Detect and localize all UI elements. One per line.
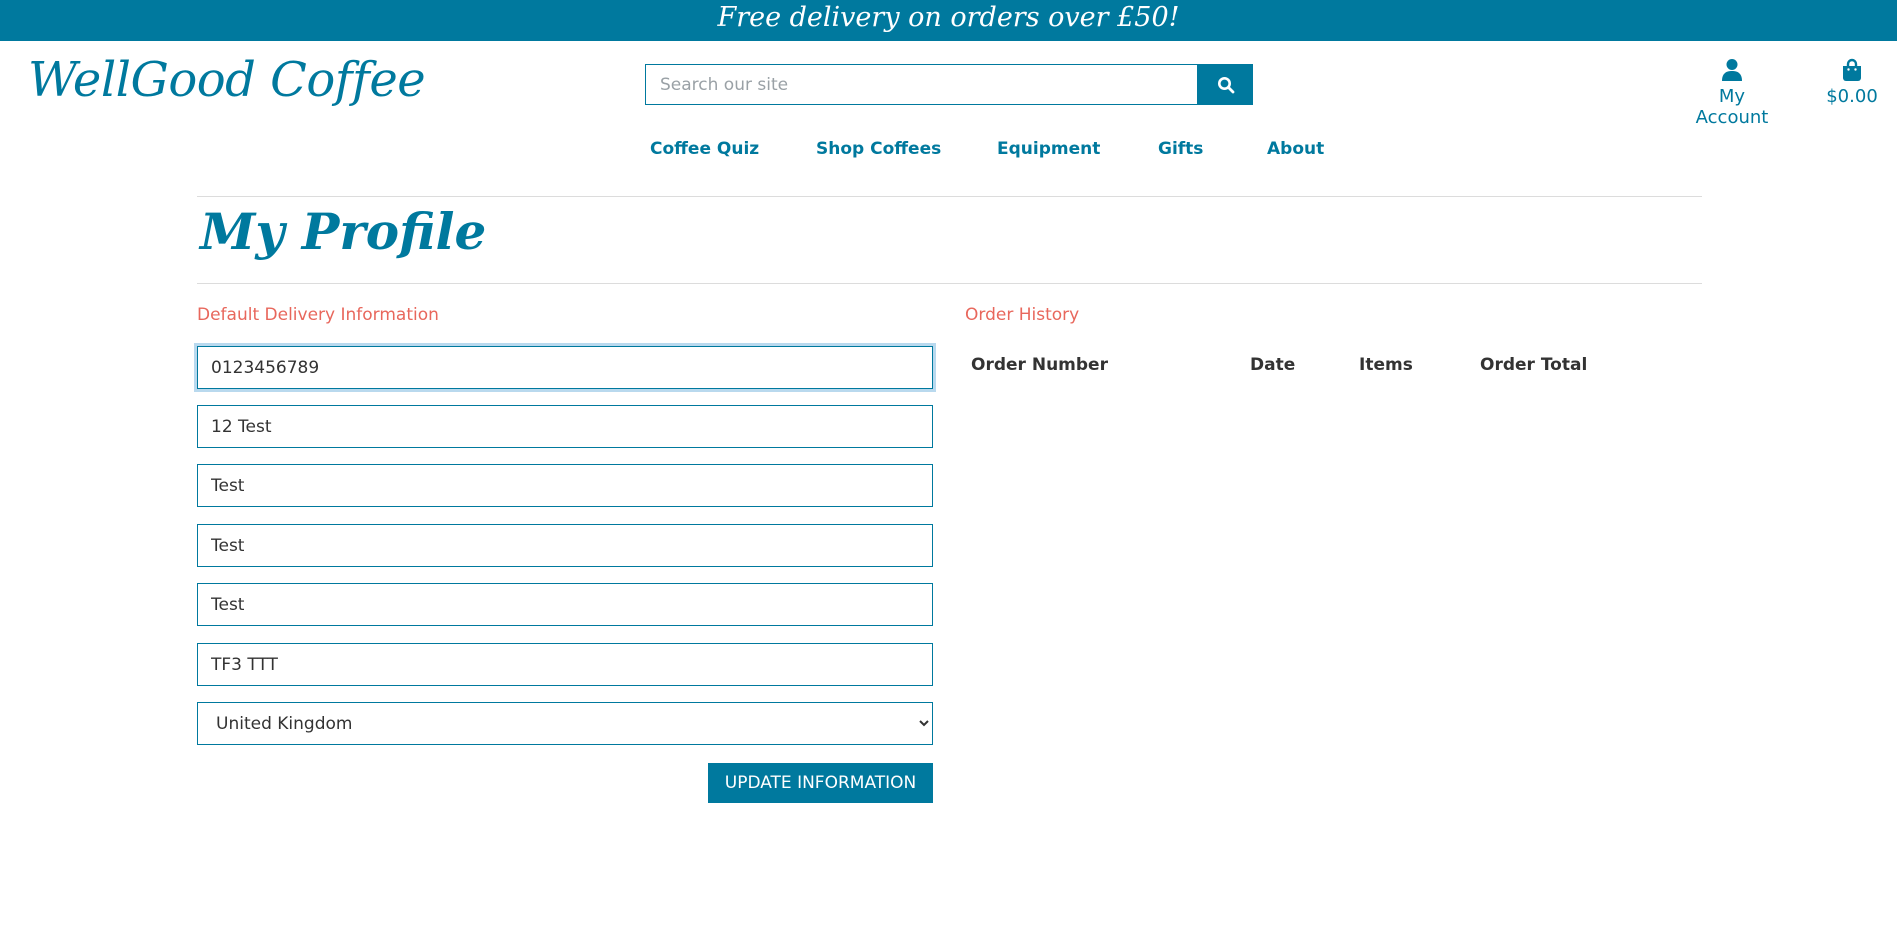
update-information-button[interactable]: UPDATE INFORMATION: [708, 763, 933, 803]
nav-item-gifts[interactable]: Gifts: [1158, 139, 1203, 159]
user-icon: [1680, 58, 1784, 86]
promo-banner-text: Free delivery on orders over £50!: [717, 2, 1180, 33]
site-logo[interactable]: WellGood Coffee: [28, 52, 426, 108]
delivery-section-heading: Default Delivery Information: [197, 305, 439, 325]
cart-link[interactable]: $0.00: [1824, 58, 1880, 107]
search-button[interactable]: [1198, 64, 1253, 105]
column-header-date: Date: [1250, 355, 1296, 375]
nav-item-equipment[interactable]: Equipment: [997, 139, 1100, 159]
divider-title: [197, 283, 1702, 284]
street-address-1-field[interactable]: [197, 405, 933, 448]
page-title: My Profile: [200, 202, 487, 261]
phone-number-field[interactable]: [197, 346, 933, 389]
county-field[interactable]: [197, 583, 933, 626]
divider-top: [197, 196, 1702, 197]
town-city-field[interactable]: [197, 524, 933, 567]
street-address-2-field[interactable]: [197, 464, 933, 507]
order-history-heading: Order History: [965, 305, 1080, 325]
promo-banner: Free delivery on orders over £50!: [0, 0, 1897, 41]
nav-item-about[interactable]: About: [1267, 139, 1324, 159]
shopping-bag-icon: [1824, 58, 1880, 86]
nav-item-shop-coffees[interactable]: Shop Coffees: [816, 139, 941, 159]
nav-item-coffee-quiz[interactable]: Coffee Quiz: [650, 139, 759, 159]
cart-total: $0.00: [1826, 86, 1878, 107]
my-account-label: My Account: [1695, 86, 1769, 128]
postcode-field[interactable]: [197, 643, 933, 686]
my-account-link[interactable]: My Account: [1680, 58, 1784, 128]
column-header-order-total: Order Total: [1480, 355, 1588, 375]
search-form: [645, 64, 1253, 105]
column-header-items: Items: [1359, 355, 1413, 375]
country-select[interactable]: United Kingdom: [197, 702, 933, 745]
column-header-order-number: Order Number: [971, 355, 1108, 375]
search-icon: [1217, 76, 1234, 93]
search-input[interactable]: [645, 64, 1198, 105]
